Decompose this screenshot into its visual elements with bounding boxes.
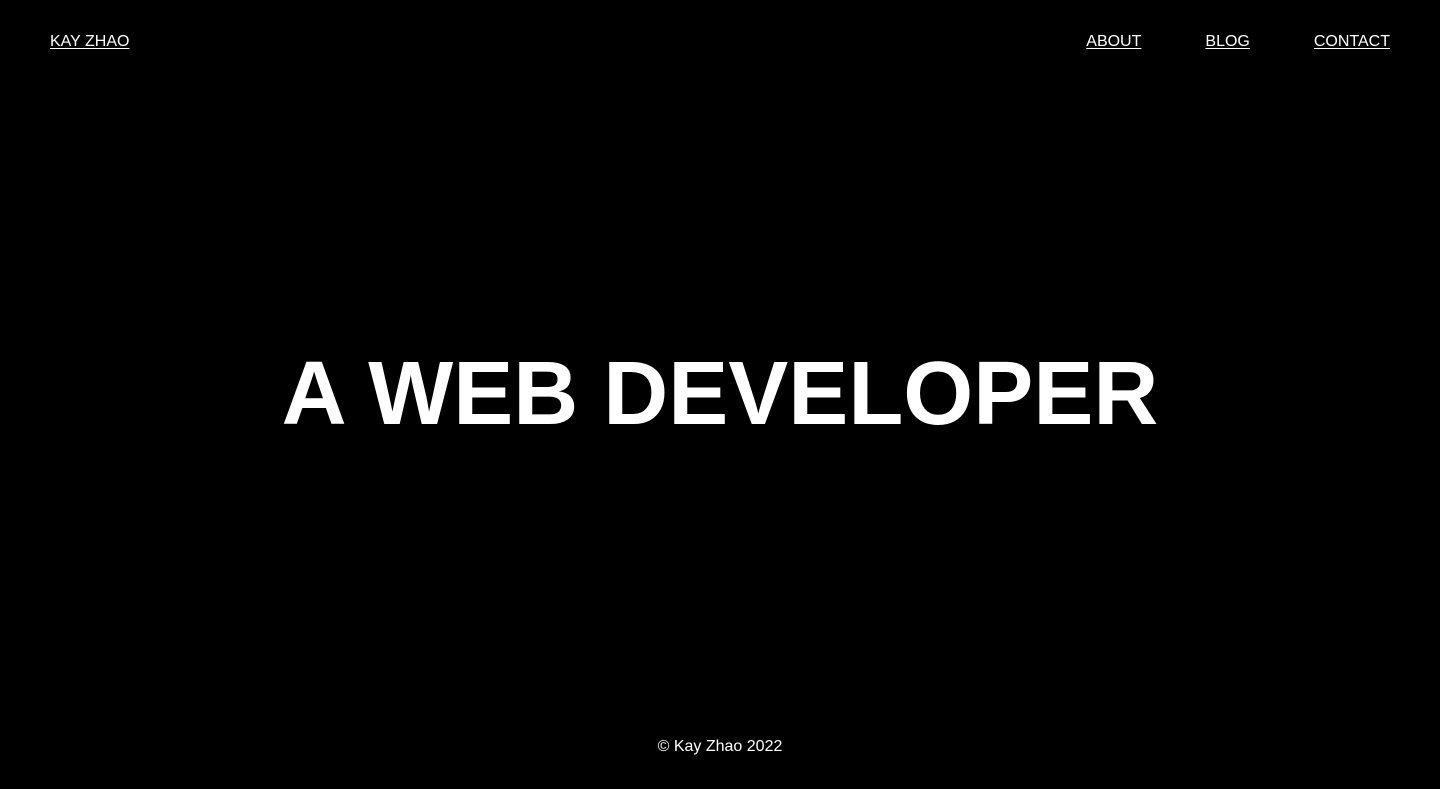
page: KAY ZHAO ABOUT BLOG CONTACT A WEB DEVELO… xyxy=(0,0,1440,789)
nav-link-about[interactable]: ABOUT xyxy=(1086,32,1141,52)
hero-headline: A WEB DEVELOPER xyxy=(281,344,1159,444)
main-nav: ABOUT BLOG CONTACT xyxy=(1086,32,1390,52)
logo-link[interactable]: KAY ZHAO xyxy=(50,32,129,52)
footer-copyright: © Kay Zhao 2022 xyxy=(657,738,783,755)
nav-link-blog[interactable]: BLOG xyxy=(1205,32,1249,52)
nav-link-contact[interactable]: CONTACT xyxy=(1314,32,1390,52)
